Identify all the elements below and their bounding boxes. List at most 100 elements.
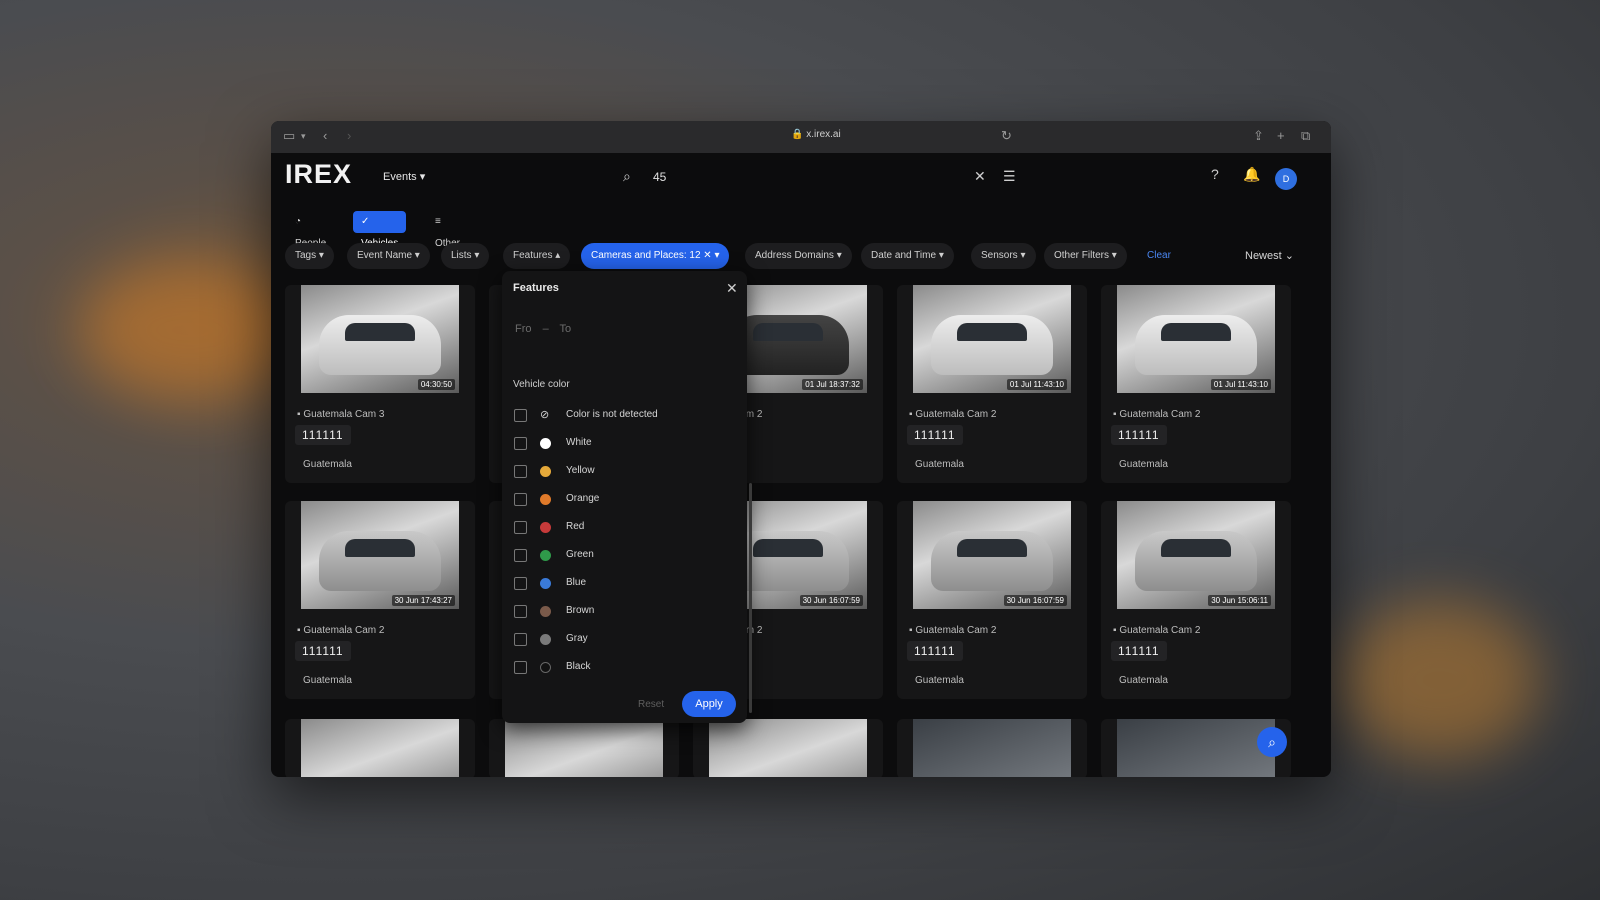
apply-button[interactable]: Apply xyxy=(682,691,736,717)
filter-settings-icon[interactable]: ☰ xyxy=(1003,168,1016,185)
color-option-not-detected[interactable]: ⊘ Color is not detected xyxy=(514,409,734,423)
search-bar[interactable]: ⌕ 45 ✕ ☰ xyxy=(619,168,1016,190)
search-icon: ⌕ xyxy=(623,168,631,184)
help-icon[interactable]: ? xyxy=(1211,166,1219,182)
bell-icon[interactable]: 🔔 xyxy=(1243,166,1260,183)
share-icon[interactable]: ⇪ xyxy=(1253,128,1264,144)
checkbox[interactable] xyxy=(514,521,527,534)
forward-icon[interactable]: › xyxy=(347,128,351,143)
avatar[interactable]: D xyxy=(1275,168,1297,190)
filter-tags[interactable]: Tags ▾ xyxy=(285,243,334,269)
filter-date-and-time[interactable]: Date and Time ▾ xyxy=(861,243,954,269)
color-option-white[interactable]: White xyxy=(514,437,734,451)
event-card[interactable]: 01 Jul 11:43:10 ▪ Guatemala Cam 2 111111… xyxy=(897,285,1087,483)
filter-cameras-and-places[interactable]: Cameras and Places: 12 ✕ ▾ xyxy=(581,243,730,269)
tab-vehicles[interactable]: ✓ Vehicles xyxy=(353,211,407,249)
vehicle-thumbnail: 30 Jun 17:43:27 xyxy=(301,501,459,609)
color-option-blue[interactable]: Blue xyxy=(514,577,734,591)
event-card[interactable]: 30 Jun 16:07:59 ▪ Guatemala Cam 2 111111… xyxy=(897,501,1087,699)
place-name: Guatemala xyxy=(915,459,964,470)
events-dropdown[interactable]: Events ▾ xyxy=(383,170,425,183)
new-tab-icon[interactable]: + xyxy=(1277,128,1285,143)
event-card[interactable]: 04:30:50 ▪ Guatemala Cam 3 111111 Guatem… xyxy=(285,285,475,483)
clear-search-icon[interactable]: ✕ xyxy=(974,168,986,185)
event-card[interactable]: 01 Jul 11:43:10 ▪ Guatemala Cam 2 111111… xyxy=(1101,285,1291,483)
checkbox[interactable] xyxy=(514,605,527,618)
back-icon[interactable]: ‹ xyxy=(323,128,327,143)
option-label: Orange xyxy=(566,493,600,504)
camera-name: ▪ Guatemala Cam 2 xyxy=(909,625,996,636)
timestamp: 01 Jul 18:37:32 xyxy=(802,379,863,390)
sort-dropdown[interactable]: Newest ⌄ xyxy=(1245,249,1294,262)
camera-name: ▪ Guatemala Cam 2 xyxy=(909,409,996,420)
timestamp: 04:30:50 xyxy=(417,379,455,390)
filter-event-name[interactable]: Event Name ▾ xyxy=(347,243,430,269)
close-icon[interactable]: ✕ xyxy=(726,280,738,297)
event-card[interactable] xyxy=(693,719,883,777)
filter-sensors[interactable]: Sensors ▾ xyxy=(971,243,1036,269)
filter-address-domains[interactable]: Address Domains ▾ xyxy=(745,243,852,269)
license-plate: 111111 xyxy=(1111,425,1167,445)
event-card[interactable] xyxy=(897,719,1087,777)
place-name: Guatemala xyxy=(303,675,352,686)
checkbox[interactable] xyxy=(514,549,527,562)
checkbox[interactable] xyxy=(514,465,527,478)
filter-features[interactable]: Features ▴ xyxy=(503,243,571,269)
event-card[interactable]: 30 Jun 17:43:27 ▪ Guatemala Cam 2 111111… xyxy=(285,501,475,699)
event-card[interactable] xyxy=(489,719,679,777)
sidebar-toggle-icon[interactable]: ▭ xyxy=(283,128,295,144)
filter-label: Lists xyxy=(451,250,472,261)
tab-other[interactable]: ≡ Other xyxy=(427,211,468,249)
vehicle-image xyxy=(1135,315,1257,375)
clear-filters-link[interactable]: Clear xyxy=(1147,250,1171,261)
color-option-green[interactable]: Green xyxy=(514,549,734,563)
camera-label: Guatemala Cam 2 xyxy=(915,409,997,420)
vehicle-image xyxy=(1135,531,1257,591)
license-plate: 111111 xyxy=(907,641,963,661)
range-dash: – xyxy=(542,323,549,335)
hidden-eye-icon: ⊘ xyxy=(540,409,550,421)
tab-people[interactable]: ◔ People xyxy=(287,211,334,249)
filter-label: Event Name xyxy=(357,250,413,261)
license-plate: 111111 xyxy=(295,425,351,445)
panel-scrollbar[interactable] xyxy=(749,483,752,713)
checkbox[interactable] xyxy=(514,577,527,590)
reset-button[interactable]: Reset xyxy=(638,699,664,710)
checkbox[interactable] xyxy=(514,409,527,422)
reload-icon[interactable]: ↻ xyxy=(1001,128,1012,144)
checkbox[interactable] xyxy=(514,493,527,506)
filter-lists[interactable]: Lists ▾ xyxy=(441,243,490,269)
address-bar[interactable]: 🔒 x.irex.ai xyxy=(791,129,841,140)
license-plate: 111111 xyxy=(1111,641,1167,661)
checkbox[interactable] xyxy=(514,633,527,646)
color-option-black[interactable]: Black xyxy=(514,661,734,675)
color-option-yellow[interactable]: Yellow xyxy=(514,465,734,479)
camera-name: ▪ Guatemala Cam 2 xyxy=(1113,409,1200,420)
color-option-orange[interactable]: Orange xyxy=(514,493,734,507)
filter-other-filters[interactable]: Other Filters ▾ xyxy=(1044,243,1127,269)
background-blur xyxy=(1340,600,1540,760)
event-card[interactable]: 30 Jun 15:06:11 ▪ Guatemala Cam 2 111111… xyxy=(1101,501,1291,699)
vehicle-image xyxy=(931,531,1053,591)
filter-label: Sensors xyxy=(981,250,1018,261)
color-swatch xyxy=(540,494,551,505)
tabs-overview-icon[interactable]: ⧉ xyxy=(1301,128,1310,144)
camera-label: Guatemala Cam 2 xyxy=(915,625,997,636)
color-option-gray[interactable]: Gray xyxy=(514,633,734,647)
checkbox[interactable] xyxy=(514,661,527,674)
range-inputs: Fro – To xyxy=(515,323,571,335)
search-fab-icon[interactable]: ⌕ xyxy=(1257,727,1287,757)
color-swatch xyxy=(540,662,551,673)
color-swatch xyxy=(540,522,551,533)
chevron-down-icon[interactable]: ▾ xyxy=(301,131,306,142)
browser-window: ▭ ▾ ‹ › 🔒 x.irex.ai ↻ ⇪ + ⧉ IREX Events … xyxy=(271,121,1331,777)
event-card[interactable] xyxy=(285,719,475,777)
search-input[interactable]: 45 xyxy=(653,170,666,184)
color-option-brown[interactable]: Brown xyxy=(514,605,734,619)
checkbox[interactable] xyxy=(514,437,527,450)
color-option-red[interactable]: Red xyxy=(514,521,734,535)
chevron-down-icon: ▾ xyxy=(419,171,426,183)
panel-title: Features xyxy=(513,282,559,294)
from-input[interactable]: Fro xyxy=(515,323,532,335)
to-input[interactable]: To xyxy=(560,323,572,335)
